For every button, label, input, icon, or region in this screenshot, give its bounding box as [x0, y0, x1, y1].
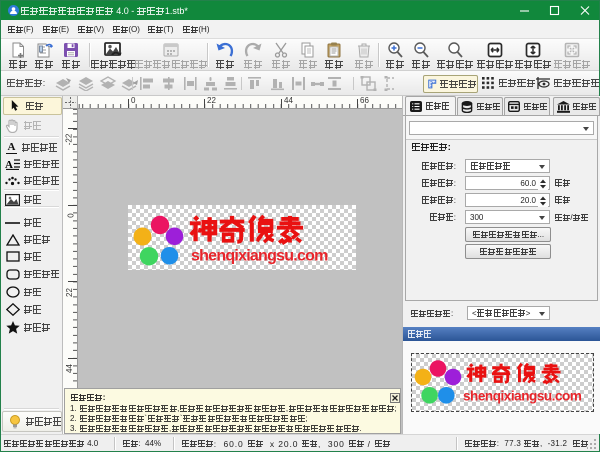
- svg-text:shenqixiangsu.com: shenqixiangsu.com: [463, 389, 582, 404]
- svg-text:A: A: [5, 159, 13, 170]
- svg-text:shenqixiangsu.com: shenqixiangsu.com: [191, 248, 328, 265]
